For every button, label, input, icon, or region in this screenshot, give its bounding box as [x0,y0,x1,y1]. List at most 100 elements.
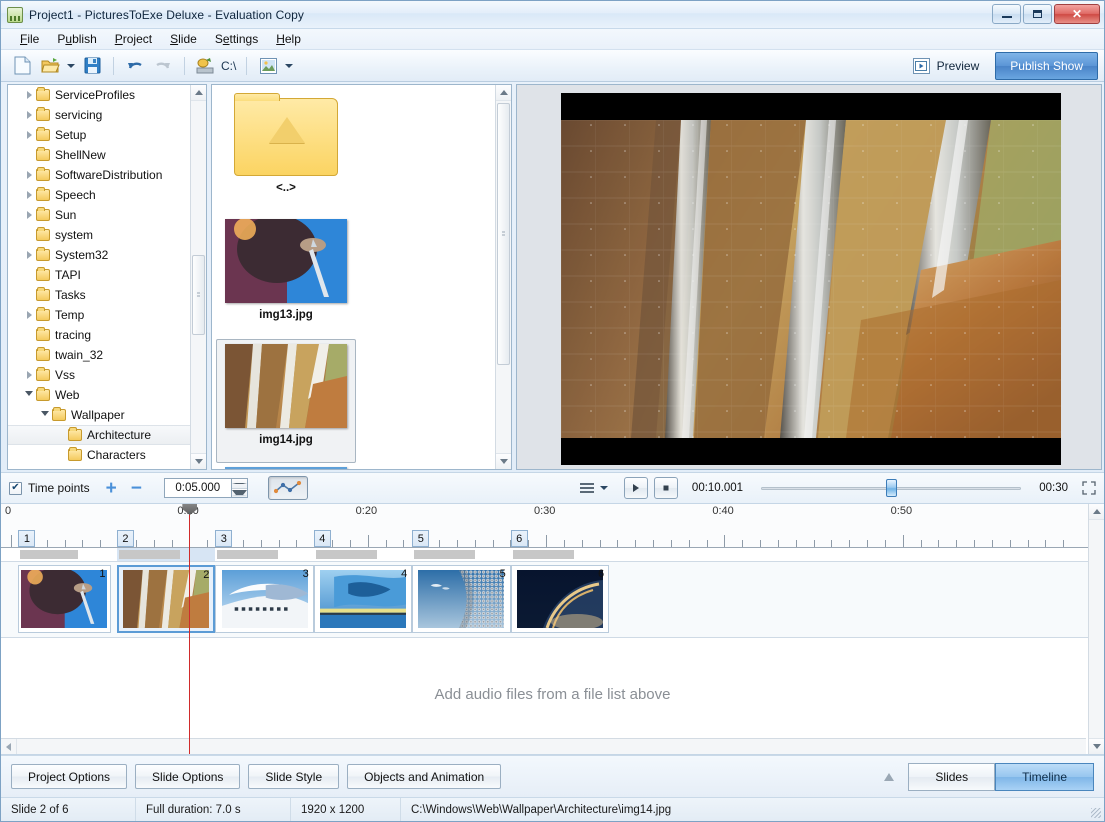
tree-item-speech[interactable]: Speech [8,185,190,205]
file-item-img13-jpg[interactable]: img13.jpg [216,215,356,339]
save-project-button[interactable] [79,54,105,78]
timeline-scroll-up[interactable] [1089,504,1104,520]
list-menu-chevron-icon[interactable] [599,486,608,490]
tree-item-temp[interactable]: Temp [8,305,190,325]
tree-expand-arrow[interactable] [22,85,36,105]
tree-item-web[interactable]: Web [8,385,190,405]
drive-path-label[interactable]: C:\ [219,54,238,78]
tree-item-setup[interactable]: Setup [8,125,190,145]
slide-thumbnail-strip[interactable]: 1 2 3 4 5 6 [1,562,1104,638]
file-item-[interactable]: <..> [216,91,356,215]
tree-expand-arrow[interactable] [22,365,36,385]
tree-item-serviceprofiles[interactable]: ServiceProfiles [8,85,190,105]
ruler-slide-marker[interactable]: 5 [412,530,430,547]
new-project-button[interactable] [9,54,35,78]
slide-duration-bar[interactable] [414,550,476,559]
seek-slider[interactable] [761,479,1022,497]
file-item-img15-jpg[interactable]: img15.jpg [216,463,356,469]
slide-duration-bar[interactable] [118,550,180,559]
thumbnail-view-button[interactable] [255,54,281,78]
tree-expand-arrow[interactable] [22,185,36,205]
time-point-spinner[interactable]: 0:05.000 [163,478,248,498]
menu-item-slide[interactable]: Slide [161,30,206,48]
timeline-ruler[interactable]: 00:100:200:300:400:50123456 [1,504,1104,548]
tree-expand-arrow[interactable] [22,205,36,225]
menu-item-settings[interactable]: Settings [206,30,267,48]
timeline-slide-thumbnail[interactable]: 4 [313,565,413,633]
ruler-slide-marker[interactable]: 6 [510,530,528,547]
undo-button[interactable] [122,54,148,78]
publish-show-button[interactable]: Publish Show [995,52,1098,80]
timeline-scroll-left[interactable] [1,738,17,754]
timeline-vscrollbar[interactable] [1088,504,1104,754]
minimize-button[interactable] [992,4,1021,24]
button-project-options[interactable]: Project Options [11,764,128,789]
button-slide-style[interactable]: Slide Style [248,764,340,789]
tree-expand-arrow[interactable] [22,125,36,145]
timeline-slide-thumbnail[interactable]: 2 [116,565,216,633]
tree-item-tapi[interactable]: TAPI [8,265,190,285]
seek-thumb[interactable] [886,479,898,497]
close-button[interactable]: ✕ [1054,4,1100,24]
tab-slides[interactable]: Slides [908,762,996,791]
open-project-button[interactable] [37,54,63,78]
drive-button[interactable] [193,54,217,78]
tree-scrollbar[interactable] [190,85,206,469]
menu-item-publish[interactable]: Publish [48,30,105,48]
time-point-value[interactable]: 0:05.000 [163,478,232,498]
tree-expand-arrow[interactable] [22,105,36,125]
fullscreen-button[interactable] [1082,481,1096,495]
timeline-slide-thumbnail[interactable]: 1 [18,565,111,633]
tree-scroll-thumb[interactable] [192,255,205,335]
menu-item-help[interactable]: Help [267,30,310,48]
tree-item-shellnew[interactable]: ShellNew [8,145,190,165]
tree-item-sun[interactable]: Sun [8,205,190,225]
button-slide-options[interactable]: Slide Options [135,764,241,789]
files-scroll-up[interactable] [496,85,511,101]
timeline-scroll-down[interactable] [1089,738,1104,754]
maximize-button[interactable] [1023,4,1052,24]
timeline-hscrollbar[interactable] [1,738,1086,754]
files-scroll-down[interactable] [496,453,511,469]
add-time-point-button[interactable]: + [102,479,121,498]
tree-item-twain-32[interactable]: twain_32 [8,345,190,365]
tree-item-system32[interactable]: System32 [8,245,190,265]
tree-expand-arrow[interactable] [22,245,36,265]
tab-timeline[interactable]: Timeline [995,762,1094,791]
remove-time-point-button[interactable]: − [127,479,146,498]
tree-item-tasks[interactable]: Tasks [8,285,190,305]
tree-item-wallpaper[interactable]: Wallpaper [8,405,190,425]
timeline-slide-thumbnail[interactable]: 6 [510,565,610,633]
files-scrollbar[interactable] [495,85,511,469]
tree-item-softwaredistribution[interactable]: SoftwareDistribution [8,165,190,185]
spin-down-button[interactable] [231,488,247,497]
tree-item-vss[interactable]: Vss [8,365,190,385]
playhead[interactable] [182,504,198,754]
files-scroll-thumb[interactable] [497,103,510,365]
view-dropdown-button[interactable] [283,54,295,78]
ruler-slide-marker[interactable]: 4 [313,530,331,547]
slide-duration-bar[interactable] [217,550,279,559]
slide-duration-bar[interactable] [512,550,574,559]
ruler-slide-marker[interactable]: 1 [18,530,36,547]
play-button[interactable] [623,477,648,499]
collapse-button[interactable] [884,763,895,791]
time-points-checkbox[interactable]: ✔ [9,481,22,495]
tree-expand-arrow[interactable] [22,305,36,325]
menu-item-file[interactable]: File [11,30,48,48]
timeline-slide-thumbnail[interactable]: 5 [412,565,511,633]
resize-grip[interactable] [1091,808,1101,818]
slide-duration-bar[interactable] [315,550,377,559]
tree-scroll-down[interactable] [191,453,206,469]
file-item-img14-jpg[interactable]: img14.jpg [216,339,356,463]
time-point-spin-arrows[interactable] [231,478,248,498]
tree-scroll-up[interactable] [191,85,206,101]
animation-curve-button[interactable] [267,476,308,500]
open-dropdown-button[interactable] [65,54,77,78]
ruler-slide-marker[interactable]: 3 [215,530,233,547]
stop-button[interactable] [653,477,678,499]
tree-item-system[interactable]: system [8,225,190,245]
slide-preview-pane[interactable] [516,84,1102,470]
timeline-area[interactable]: 00:100:200:300:400:50123456 123456 Add a… [1,504,1104,755]
preview-button[interactable]: Preview [905,55,988,77]
